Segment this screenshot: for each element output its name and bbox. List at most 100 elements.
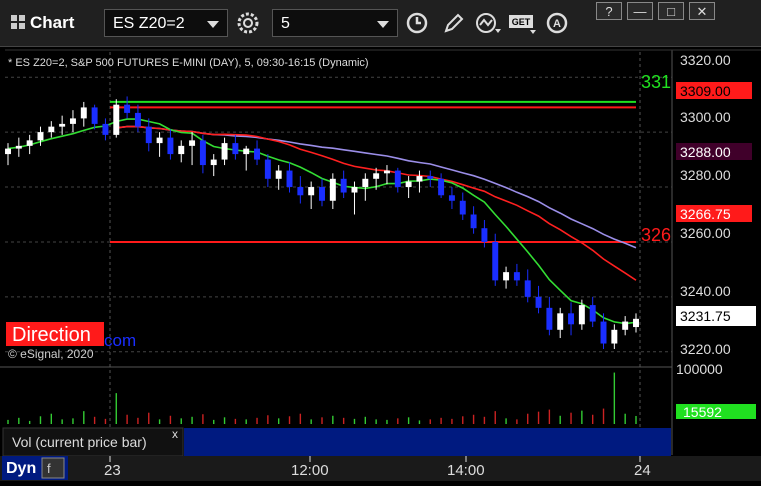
watermark-suffix: com: [104, 331, 136, 350]
price-tick: 3320.00: [680, 52, 731, 68]
candle-body: [459, 200, 466, 215]
chart-header: * ES Z20=2, S&P 500 FUTURES E-MINI (DAY)…: [8, 57, 369, 69]
grid-icon[interactable]: [6, 10, 30, 34]
candle-body: [232, 143, 239, 155]
candle-body: [286, 170, 293, 188]
volume-tag: 15592: [683, 404, 722, 420]
candle-body: [405, 181, 412, 188]
candle-body: [189, 140, 196, 146]
candle-body: [199, 140, 206, 166]
svg-text:A: A: [553, 18, 561, 30]
candle-body: [427, 176, 434, 179]
price-tick: 3280.00: [680, 167, 731, 183]
copyright: © eSignal, 2020: [8, 347, 94, 361]
candle-body: [210, 159, 217, 166]
candle-body: [340, 178, 347, 193]
candle-body: [589, 305, 596, 322]
candle-body: [319, 187, 325, 201]
candle-body: [102, 123, 109, 135]
time-tick: 14:00: [447, 462, 485, 479]
candle-body: [611, 329, 618, 344]
candle-body: [416, 176, 423, 182]
settings-gear-icon[interactable]: [234, 9, 262, 37]
link-a-icon[interactable]: A: [543, 9, 571, 37]
candle-body: [373, 173, 380, 179]
time-tick: 24: [634, 462, 651, 479]
candle-body: [535, 296, 542, 308]
candle-body: [221, 143, 228, 160]
candle-body: [5, 148, 11, 155]
study-wave-icon[interactable]: [474, 9, 502, 37]
close-study-icon[interactable]: x: [172, 427, 178, 441]
candle-body: [91, 107, 98, 124]
price-tick: 3220.00: [680, 341, 731, 357]
candle-body: [481, 228, 488, 242]
candle-body: [524, 280, 531, 297]
volume-label: Vol (current price bar): [12, 434, 147, 450]
interval-value: 5: [281, 15, 290, 32]
help-button[interactable]: ?: [596, 2, 622, 20]
chart-panel[interactable]: * ES Z20=2, S&P 500 FUTURES E-MINI (DAY)…: [0, 47, 761, 481]
maximize-button[interactable]: □: [658, 2, 684, 20]
candle-body: [308, 187, 315, 196]
candle-body: [362, 178, 369, 188]
candle-body: [383, 170, 390, 174]
last-price-tag: 3231.75: [680, 308, 731, 324]
candle-body: [546, 307, 553, 330]
svg-text:GET: GET: [512, 17, 531, 27]
interval-input[interactable]: 5: [272, 9, 398, 37]
get-data-icon[interactable]: GET: [508, 9, 540, 37]
volume-tick: 100000: [676, 361, 723, 377]
candle-body: [622, 321, 629, 330]
candle-body: [568, 313, 575, 325]
candle-body: [254, 148, 261, 160]
candle-body: [134, 112, 141, 127]
candle-body: [178, 145, 185, 155]
candle-body: [26, 140, 33, 146]
app-title: Chart: [30, 13, 75, 32]
minimize-button[interactable]: —: [627, 2, 653, 20]
candle-body: [145, 126, 152, 144]
candle-body: [557, 313, 564, 330]
candle-body: [394, 170, 401, 188]
candle-body: [264, 159, 271, 179]
direction-label: Direction: [12, 324, 91, 346]
price-tag-3266: 3266.75: [680, 206, 731, 222]
candle-body: [513, 272, 520, 281]
time-tick: 23: [104, 462, 121, 479]
candle-body: [48, 126, 55, 133]
candle-body: [15, 145, 22, 149]
chevron-down-icon[interactable]: [207, 21, 219, 28]
candle-body: [124, 104, 131, 113]
candle-body: [633, 318, 639, 328]
volume-blue-panel: [184, 428, 671, 456]
candle-body: [275, 170, 282, 179]
candle-body: [59, 123, 66, 127]
symbol-value: ES Z20=2: [113, 15, 185, 32]
price-tag-3309: 3309.00: [680, 83, 731, 99]
candle-body: [470, 214, 477, 229]
lock-scale-icon[interactable]: [41, 457, 65, 479]
candle-body: [438, 178, 445, 196]
time-tick: 12:00: [291, 462, 329, 479]
candle-body: [156, 137, 163, 144]
candle-body: [37, 132, 44, 141]
candle-body: [80, 107, 87, 119]
candle-body: [448, 195, 455, 201]
clock-icon[interactable]: [403, 9, 431, 37]
candle-body: [243, 148, 250, 155]
candle-body: [167, 137, 174, 155]
price-tick: 3240.00: [680, 283, 731, 299]
candle-body: [351, 187, 358, 193]
pencil-draw-icon[interactable]: [440, 9, 468, 37]
price-tick: 3260.00: [680, 225, 731, 241]
red-level-label: 326: [641, 225, 671, 245]
candle-body: [113, 104, 120, 135]
chart-toolbar: Chart ES Z20=2 5 GET A ? — □ ✕: [0, 0, 761, 47]
candle-body: [600, 321, 607, 344]
candle-body: [329, 178, 336, 201]
chevron-down-icon[interactable]: [377, 21, 389, 28]
price-tick: 3300.00: [680, 109, 731, 125]
close-button[interactable]: ✕: [689, 2, 715, 20]
symbol-input[interactable]: ES Z20=2: [104, 9, 228, 37]
